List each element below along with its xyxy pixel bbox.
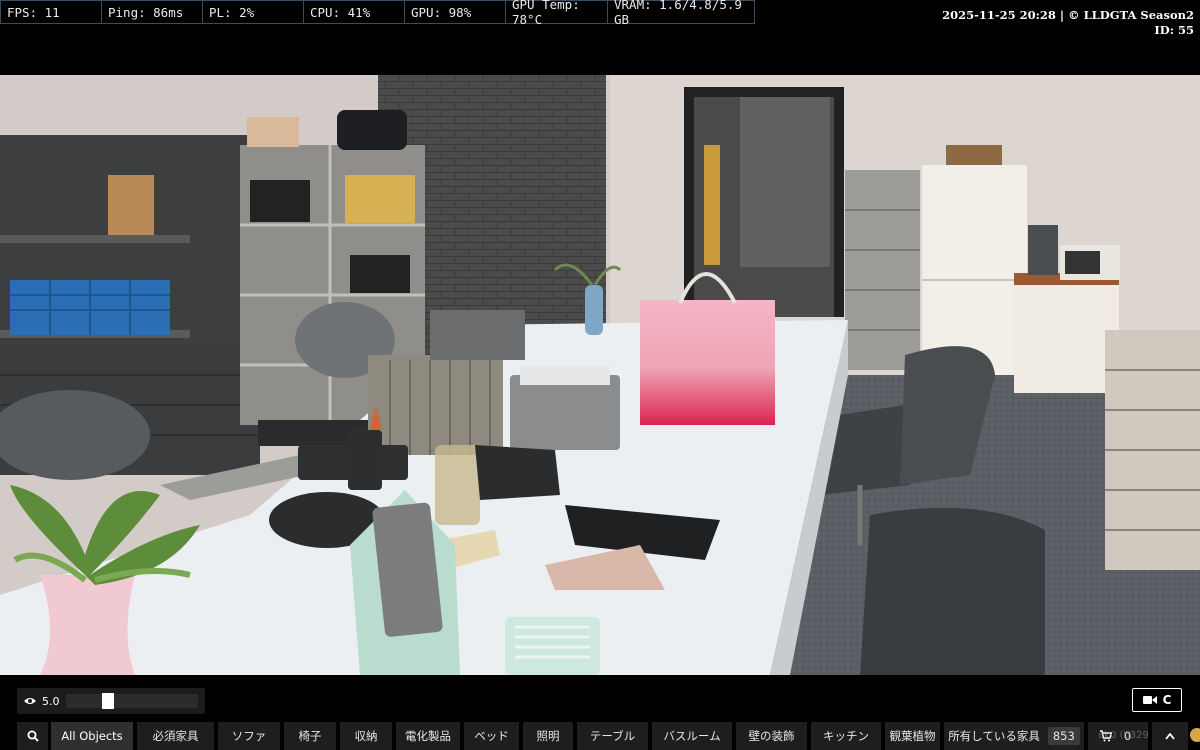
back-printer [430,310,525,360]
cart-button[interactable]: 0 [1088,722,1148,750]
tab-lighting[interactable]: 照明 [523,722,573,750]
binder-organizer [368,355,503,455]
radius-slider[interactable] [66,693,198,709]
chevron-up-icon [1165,732,1175,740]
gpu-readout: GPU: 98% [404,0,505,24]
search-button[interactable] [17,722,48,750]
category-tabs: All Objects 必須家具 ソファ 椅子 収納 電化製品 ベッド 照明 テ… [17,722,1200,750]
printer [510,375,620,450]
hall-door [704,145,720,265]
expand-button[interactable] [1152,722,1188,750]
perf-stats-bar: FPS: 11 Ping: 86ms PL: 2% CPU: 41% GPU: … [0,0,755,27]
paper-bag [108,175,154,235]
tab-owned-furniture[interactable]: 所有している家具 853 [944,722,1084,750]
session-stamp: 2025-11-25 20:28 | © LLDGTA Season2 ID: … [942,8,1194,38]
search-icon [27,730,39,742]
front-right-chair [860,507,1045,675]
eye-icon [24,698,36,704]
basket [946,145,1002,165]
kitchen-counter [1014,275,1119,393]
camera-label: C [1162,693,1172,707]
cart-count: 0 [1124,729,1132,743]
cart-icon [1100,730,1112,742]
radius-control: 5.0 [17,688,205,714]
tab-bathroom[interactable]: バスルーム [652,722,732,750]
desk-phone [475,445,560,500]
slider-thumb[interactable] [102,693,114,709]
pink-shopping-bag [640,300,775,425]
tab-kitchen[interactable]: キッチン [811,722,881,750]
black-bag [337,110,407,150]
video-camera-icon [1142,696,1157,704]
game-viewport[interactable] [0,75,1200,675]
tab-chair[interactable]: 椅子 [284,722,336,750]
tab-plants[interactable]: 観葉植物 [885,722,940,750]
tab-all-objects[interactable]: All Objects [51,722,133,750]
avatar [1190,728,1200,742]
tab-appliance[interactable]: 電化製品 [396,722,460,750]
cpu-readout: CPU: 41% [303,0,404,24]
coffee-maker [1028,225,1058,275]
vram-readout: VRAM: 1.6/4.8/5.9 GB [607,0,755,27]
pen-cup [348,430,382,490]
packet-loss-readout: PL: 2% [202,0,303,24]
ping-readout: Ping: 86ms [101,0,202,24]
camera-toggle-button[interactable]: C [1132,688,1182,712]
radius-value: 5.0 [42,694,60,708]
gpu-temp-readout: GPU Temp: 78°C [505,0,607,27]
tab-wall-decor[interactable]: 壁の装飾 [736,722,807,750]
tab-essential[interactable]: 必須家具 [137,722,214,750]
filing-cabinet [845,170,920,370]
owned-count-badge: 853 [1047,727,1080,745]
tab-storage[interactable]: 収納 [340,722,392,750]
fps-readout: FPS: 11 [0,0,101,24]
owned-label: 所有している家具 [948,729,1040,743]
tab-bed[interactable]: ベッド [464,722,519,750]
tab-sofa[interactable]: ソファ [218,722,280,750]
session-id: ID: 55 [1154,23,1194,37]
pencil-cup [435,445,480,525]
tab-table[interactable]: テーブル [577,722,648,750]
vase [585,285,603,335]
plant-pot [40,575,135,675]
session-timestamp: 2025-11-25 20:28 | © LLDGTA Season2 [942,8,1194,22]
white-fridge [922,165,1027,375]
office-scene [0,75,1200,675]
